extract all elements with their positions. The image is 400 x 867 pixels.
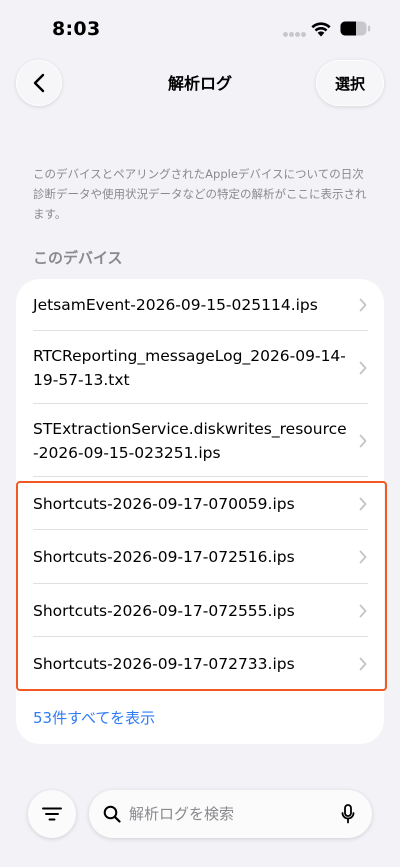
- microphone-icon[interactable]: [341, 804, 355, 824]
- status-bar: 8:03: [0, 0, 400, 56]
- filter-button[interactable]: [28, 790, 76, 838]
- log-row[interactable]: Shortcuts-2026-09-17-072516.ips: [16, 530, 384, 584]
- log-file-name: Shortcuts-2026-09-17-072733.ips: [33, 655, 295, 673]
- navigation-bar: 解析ログ 選択: [0, 58, 400, 108]
- select-button[interactable]: 選択: [316, 60, 384, 106]
- chevron-right-icon: [359, 298, 367, 312]
- show-all-link[interactable]: 53件すべてを表示: [33, 707, 155, 728]
- log-file-name: STExtractionService.diskwrites_resource-…: [33, 420, 347, 462]
- chevron-right-icon: [359, 550, 367, 564]
- log-row[interactable]: JetsamEvent-2026-09-15-025114.ips: [16, 279, 384, 331]
- chevron-right-icon: [359, 497, 367, 511]
- battery-icon: [340, 21, 371, 36]
- log-row[interactable]: Shortcuts-2026-09-17-072555.ips: [16, 584, 384, 637]
- log-file-name: Shortcuts-2026-09-17-072555.ips: [33, 602, 295, 620]
- chevron-right-icon: [359, 434, 367, 448]
- log-list-card: JetsamEvent-2026-09-15-025114.ips RTCRep…: [16, 279, 384, 744]
- log-file-name: JetsamEvent-2026-09-15-025114.ips: [33, 296, 318, 314]
- log-file-name: Shortcuts-2026-09-17-070059.ips: [33, 495, 295, 513]
- description-text: このデバイスとペアリングされたAppleデバイスについての日次診断データや使用状…: [33, 167, 367, 221]
- search-icon: [103, 805, 121, 823]
- signal-dots-icon: [283, 32, 306, 38]
- log-row[interactable]: Shortcuts-2026-09-17-070059.ips: [16, 477, 384, 530]
- log-row[interactable]: Shortcuts-2026-09-17-072733.ips: [16, 637, 384, 690]
- log-row[interactable]: RTCReporting_messageLog_2026-09-14-19-57…: [16, 331, 384, 404]
- filter-icon: [42, 807, 62, 821]
- status-time: 8:03: [52, 18, 101, 40]
- log-row[interactable]: STExtractionService.diskwrites_resource-…: [16, 404, 384, 477]
- section-header: このデバイス: [33, 249, 123, 267]
- log-file-name: RTCReporting_messageLog_2026-09-14-19-57…: [33, 347, 346, 389]
- chevron-right-icon: [359, 361, 367, 375]
- search-bar[interactable]: [89, 790, 372, 838]
- wifi-icon: [311, 22, 331, 37]
- log-file-name: Shortcuts-2026-09-17-072516.ips: [33, 548, 295, 566]
- search-input[interactable]: [129, 790, 329, 838]
- chevron-right-icon: [359, 604, 367, 618]
- chevron-right-icon: [359, 657, 367, 671]
